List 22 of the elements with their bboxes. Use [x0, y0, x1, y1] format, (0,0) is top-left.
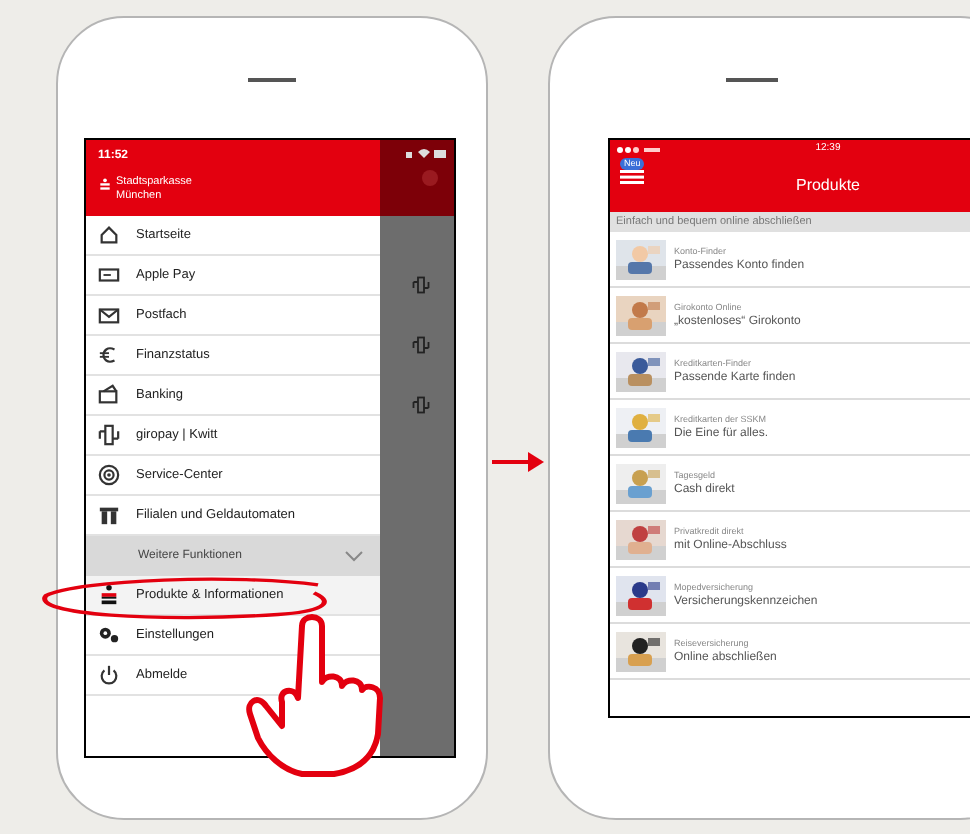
signal-icon [616, 145, 660, 153]
bank-logo-icon [98, 584, 120, 606]
gears-icon [98, 624, 120, 646]
phone-transfer-icon [412, 336, 430, 354]
power-icon [98, 664, 120, 686]
status-icons-icon [406, 148, 446, 158]
euro-icon [98, 344, 120, 366]
screen-title: Produkte [795, 173, 861, 197]
phone-transfer-icon [412, 276, 430, 294]
menu-icon [620, 170, 645, 184]
bank-logo-icon [98, 176, 112, 194]
arrow-icon [492, 449, 544, 473]
atm-icon [98, 504, 120, 526]
card-icon [98, 264, 120, 286]
button-circle-icon [422, 170, 438, 186]
wallet-icon [98, 384, 120, 406]
target-icon [98, 464, 120, 486]
home-icon [98, 224, 120, 246]
phone-transfer-icon [98, 424, 120, 446]
phone-transfer-icon [412, 396, 430, 414]
envelope-icon [98, 304, 120, 326]
chevron-down-icon [344, 550, 364, 562]
